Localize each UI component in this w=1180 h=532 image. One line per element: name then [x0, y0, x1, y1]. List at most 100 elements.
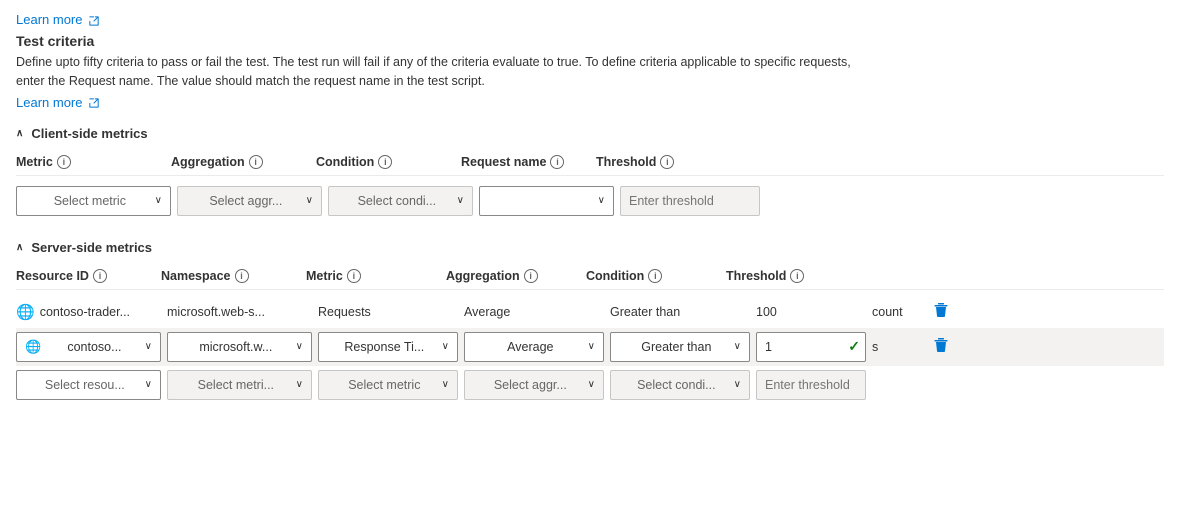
client-condition-dropdown-wrap: Select condi... ∨	[328, 186, 473, 216]
client-side-title: Client-side metrics	[31, 126, 147, 141]
description-text: Define upto fifty criteria to pass or fa…	[16, 53, 856, 91]
server-aggregation-cell: Average	[464, 304, 604, 319]
server-metric-header: Metric i	[306, 269, 446, 283]
server-empty-condition-wrap: Select condi... ∨	[610, 370, 750, 400]
server-empty-threshold-input[interactable]	[756, 370, 866, 400]
server-resourceid-header: Resource ID i	[16, 269, 161, 283]
server-empty-resourceid-chevron-icon: ∨	[145, 379, 152, 390]
server-edit-metric-wrap: Response Ti... ∨	[318, 332, 458, 362]
page-title: Test criteria	[16, 33, 1164, 49]
learn-more-top-label: Learn more	[16, 12, 82, 27]
server-edit-namespace-dropdown[interactable]: microsoft.w... ∨	[167, 332, 312, 362]
server-delete-cell-2	[933, 337, 965, 357]
server-empty-condition-dropdown[interactable]: Select condi... ∨	[610, 370, 750, 400]
server-side-title: Server-side metrics	[31, 240, 152, 255]
server-empty-namespace-chevron-icon: ∨	[296, 379, 303, 390]
server-threshold-info-icon[interactable]: i	[790, 269, 804, 283]
client-reqname-header: Request name i	[461, 155, 596, 169]
client-metric-dropdown[interactable]: Select metric ∨	[16, 186, 171, 216]
server-chevron-icon: ∧	[16, 242, 23, 253]
server-edit-resourceid-chevron-icon: ∨	[145, 341, 152, 352]
server-side-section-header[interactable]: ∧ Server-side metrics	[16, 240, 1164, 255]
server-condition-cell: Greater than	[610, 304, 750, 319]
server-edit-aggregation-dropdown[interactable]: Average ∨	[464, 332, 604, 362]
client-metric-dropdown-wrap: Select metric ∨	[16, 186, 171, 216]
client-aggregation-chevron-icon: ∨	[306, 195, 313, 206]
server-empty-resourceid-wrap: Select resou... ∨	[16, 370, 161, 400]
server-edit-condition-dropdown[interactable]: Greater than ∨	[610, 332, 750, 362]
trash-icon-2[interactable]	[933, 340, 949, 357]
reqname-info-icon[interactable]: i	[550, 155, 564, 169]
client-threshold-input[interactable]	[620, 186, 760, 216]
server-empty-resourceid-dropdown[interactable]: Select resou... ∨	[16, 370, 161, 400]
server-resourceid-cell: 🌐 contoso-trader...	[16, 303, 161, 321]
server-empty-namespace-dropdown[interactable]: Select metri... ∨	[167, 370, 312, 400]
client-chevron-icon: ∧	[16, 128, 23, 139]
globe-icon-2: 🌐	[25, 339, 41, 355]
client-side-section-header[interactable]: ∧ Client-side metrics	[16, 126, 1164, 141]
server-empty-metric-dropdown[interactable]: Select metric ∨	[318, 370, 458, 400]
server-edit-metric-dropdown[interactable]: Response Ti... ∨	[318, 332, 458, 362]
client-aggregation-header: Aggregation i	[171, 155, 316, 169]
threshold-info-icon[interactable]: i	[660, 155, 674, 169]
server-aggregation-header: Aggregation i	[446, 269, 586, 283]
metric-info-icon[interactable]: i	[57, 155, 71, 169]
learn-more-bottom-link[interactable]: Learn more	[16, 95, 99, 110]
server-empty-condition-chevron-icon: ∨	[734, 379, 741, 390]
server-edit-resourceid-dropdown[interactable]: 🌐 contoso... ∨	[16, 332, 161, 362]
resourceid-info-icon[interactable]: i	[93, 269, 107, 283]
server-empty-aggregation-chevron-icon: ∨	[588, 379, 595, 390]
server-threshold-header: Threshold i	[726, 269, 836, 283]
server-namespace-cell: microsoft.web-s...	[167, 304, 312, 319]
namespace-info-icon[interactable]: i	[235, 269, 249, 283]
learn-more-bottom-label: Learn more	[16, 95, 82, 110]
condition-info-icon[interactable]: i	[378, 155, 392, 169]
server-edit-metric-chevron-icon: ∨	[442, 341, 449, 352]
aggregation-info-icon[interactable]: i	[249, 155, 263, 169]
checkmark-icon: ✓	[848, 338, 860, 355]
server-edit-namespace-wrap: microsoft.w... ∨	[167, 332, 312, 362]
server-metric-info-icon[interactable]: i	[347, 269, 361, 283]
server-edit-row: 🌐 contoso... ∨ microsoft.w... ∨ Response…	[16, 328, 1164, 366]
server-edit-resourceid-wrap: 🌐 contoso... ∨	[16, 332, 161, 362]
client-metric-chevron-icon: ∨	[155, 195, 162, 206]
learn-more-top-link[interactable]: Learn more	[16, 12, 99, 27]
server-static-row: 🌐 contoso-trader... microsoft.web-s... R…	[16, 296, 1164, 328]
server-threshold-cell: 100	[756, 304, 866, 319]
server-edit-condition-chevron-icon: ∨	[734, 341, 741, 352]
server-table-header: Resource ID i Namespace i Metric i Aggre…	[16, 265, 1164, 290]
server-aggregation-info-icon[interactable]: i	[524, 269, 538, 283]
client-reqname-dropdown-wrap: ∨	[479, 186, 614, 216]
client-metric-header: Metric i	[16, 155, 171, 169]
client-condition-dropdown[interactable]: Select condi... ∨	[328, 186, 473, 216]
trash-icon-1[interactable]	[933, 305, 949, 322]
client-reqname-dropdown[interactable]: ∨	[479, 186, 614, 216]
client-table-header: Metric i Aggregation i Condition i Reque…	[16, 151, 1164, 176]
server-empty-metric-wrap: Select metric ∨	[318, 370, 458, 400]
server-edit-namespace-chevron-icon: ∨	[296, 341, 303, 352]
server-side-section: ∧ Server-side metrics Resource ID i Name…	[16, 240, 1164, 404]
external-link-icon	[86, 12, 99, 27]
server-metric-cell: Requests	[318, 304, 458, 319]
server-edit-condition-wrap: Greater than ∨	[610, 332, 750, 362]
client-empty-row: Select metric ∨ Select aggr... ∨ Select …	[16, 182, 1164, 220]
server-edit-aggregation-chevron-icon: ∨	[588, 341, 595, 352]
client-condition-chevron-icon: ∨	[457, 195, 464, 206]
server-condition-info-icon[interactable]: i	[648, 269, 662, 283]
server-empty-aggregation-dropdown[interactable]: Select aggr... ∨	[464, 370, 604, 400]
server-empty-namespace-wrap: Select metri... ∨	[167, 370, 312, 400]
server-condition-header: Condition i	[586, 269, 726, 283]
server-edit-unit-cell: s	[872, 340, 927, 354]
server-unit-cell: count	[872, 305, 927, 319]
server-empty-row: Select resou... ∨ Select metri... ∨ Sele…	[16, 366, 1164, 404]
server-empty-metric-chevron-icon: ∨	[442, 379, 449, 390]
client-side-section: ∧ Client-side metrics Metric i Aggregati…	[16, 126, 1164, 220]
client-aggregation-dropdown-wrap: Select aggr... ∨	[177, 186, 322, 216]
server-edit-aggregation-wrap: Average ∨	[464, 332, 604, 362]
client-reqname-chevron-icon: ∨	[598, 195, 605, 206]
client-aggregation-dropdown[interactable]: Select aggr... ∨	[177, 186, 322, 216]
server-namespace-header: Namespace i	[161, 269, 306, 283]
server-edit-threshold-wrap: ✓	[756, 332, 866, 362]
external-link-icon-2	[86, 95, 99, 110]
client-condition-header: Condition i	[316, 155, 461, 169]
